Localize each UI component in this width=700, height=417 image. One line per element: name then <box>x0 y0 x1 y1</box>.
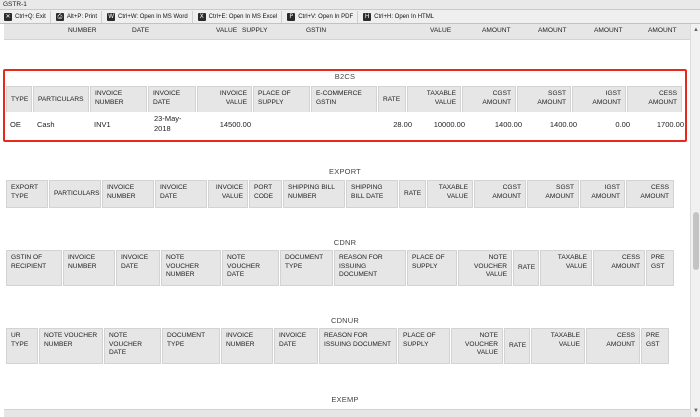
header-cell: PLACE OF SUPPLY <box>398 328 450 364</box>
header-cell: TAXABLE VALUE <box>531 328 585 364</box>
window-title: GSTR-1 <box>3 1 27 8</box>
section-title-export: EXPORT <box>329 167 361 176</box>
header-cell: SGST AMOUNT <box>527 180 579 208</box>
b2cs-highlight-box <box>3 69 687 142</box>
partial-header-cell: DATE <box>132 27 150 34</box>
header-cell: NOTE VOUCHER VALUE <box>451 328 503 364</box>
header-cell: PRE GST <box>646 250 674 286</box>
header-cell: DOCUMENT TYPE <box>162 328 220 364</box>
header-cell: IGST AMOUNT <box>580 180 625 208</box>
word-icon: W <box>107 12 116 21</box>
export-header-row: EXPORT TYPE PARTICULARS INVOICE NUMBER I… <box>6 180 675 208</box>
window-titlebar: GSTR-1 <box>0 0 700 10</box>
section-title-exemp: EXEMP <box>331 395 359 404</box>
header-cell: PLACE OF SUPPLY <box>407 250 457 286</box>
header-cell: CESS AMOUNT <box>586 328 640 364</box>
header-cell: EXPORT TYPE <box>6 180 48 208</box>
header-cell: NOTE VOUCHER DATE <box>222 250 279 286</box>
exit-button[interactable]: ✕ Ctrl+Q: Exit <box>2 10 51 23</box>
exemp-header-row-partial <box>4 409 690 417</box>
header-cell: RATE <box>504 328 530 364</box>
header-cell: UR TYPE <box>6 328 38 364</box>
partial-header-cell: AMOUNT <box>594 27 623 34</box>
header-cell: REASON FOR ISSUING DOCUMENT <box>334 250 406 286</box>
excel-icon: X <box>197 12 206 21</box>
header-cell: PORT CODE <box>249 180 282 208</box>
scroll-thumb[interactable] <box>693 212 699 270</box>
toolbar: ✕ Ctrl+Q: Exit ⎙ Alt+P: Print W Ctrl+W: … <box>0 10 700 24</box>
open-html-button-label: Ctrl+H: Open In HTML <box>374 13 435 20</box>
header-cell: RATE <box>513 250 539 286</box>
partial-header-cell: GSTIN <box>306 27 327 34</box>
header-cell: CESS AMOUNT <box>626 180 674 208</box>
header-cell: INVOICE DATE <box>274 328 318 364</box>
partial-header-cell: AMOUNT <box>482 27 511 34</box>
print-button[interactable]: ⎙ Alt+P: Print <box>54 10 103 23</box>
header-cell: INVOICE DATE <box>155 180 207 208</box>
html-icon: H <box>363 12 372 21</box>
partial-header-cell: AMOUNT <box>538 27 567 34</box>
section-title-cdnur: CDNUR <box>330 316 360 325</box>
open-pdf-button[interactable]: P Ctrl+V: Open In PDF <box>285 10 359 23</box>
open-word-button[interactable]: W Ctrl+W: Open In MS Word <box>105 10 193 23</box>
header-cell: INVOICE DATE <box>116 250 160 286</box>
partial-header-cell: AMOUNT <box>648 27 677 34</box>
header-cell: NOTE VOUCHER DATE <box>104 328 161 364</box>
open-pdf-button-label: Ctrl+V: Open In PDF <box>298 13 354 20</box>
partial-header-cell: SUPPLY <box>242 27 268 34</box>
header-cell: PRE GST <box>641 328 669 364</box>
header-cell: NOTE VOUCHER VALUE <box>458 250 512 286</box>
pdf-icon: P <box>287 12 296 21</box>
header-cell: PARTICULARS <box>49 180 101 208</box>
header-cell: NOTE VOUCHER NUMBER <box>39 328 103 364</box>
header-cell: CGST AMOUNT <box>474 180 526 208</box>
vertical-scrollbar[interactable]: ▲ ▼ <box>690 24 700 417</box>
header-cell: REASON FOR ISSUING DOCUMENT <box>319 328 397 364</box>
open-word-button-label: Ctrl+W: Open In MS Word <box>118 13 188 20</box>
scroll-down-arrow-icon[interactable]: ▼ <box>691 407 700 415</box>
partial-header-cell: VALUE <box>216 27 238 34</box>
header-cell: INVOICE NUMBER <box>102 180 154 208</box>
open-html-button[interactable]: H Ctrl+H: Open In HTML <box>361 11 438 23</box>
partial-header-cell: NUMBER <box>68 27 97 34</box>
close-icon: ✕ <box>4 12 12 21</box>
header-cell: DOCUMENT TYPE <box>280 250 333 286</box>
cdnr-header-row: GSTIN OF RECIPIENT INVOICE NUMBER INVOIC… <box>6 250 675 286</box>
header-cell: SHIPPING BILL DATE <box>346 180 398 208</box>
header-cell: RATE <box>399 180 426 208</box>
header-cell: GSTIN OF RECIPIENT <box>6 250 62 286</box>
open-excel-button-label: Ctrl+E: Open In MS Excel <box>208 13 278 20</box>
partial-header-cell: VALUE <box>430 27 452 34</box>
header-cell: INVOICE VALUE <box>208 180 248 208</box>
print-icon: ⎙ <box>55 12 64 21</box>
partial-header-row: NUMBER DATE VALUE SUPPLY GSTIN VALUE AMO… <box>4 24 690 40</box>
section-title-cdnr: CDNR <box>333 238 357 247</box>
header-cell: SHIPPING BILL NUMBER <box>283 180 345 208</box>
scroll-up-arrow-icon[interactable]: ▲ <box>691 26 700 34</box>
report-content: NUMBER DATE VALUE SUPPLY GSTIN VALUE AMO… <box>0 24 690 417</box>
print-button-label: Alt+P: Print <box>66 13 98 20</box>
header-cell: INVOICE NUMBER <box>63 250 115 286</box>
header-cell: TAXABLE VALUE <box>540 250 592 286</box>
header-cell: CESS AMOUNT <box>593 250 645 286</box>
cdnur-header-row: UR TYPE NOTE VOUCHER NUMBER NOTE VOUCHER… <box>6 328 670 364</box>
header-cell: NOTE VOUCHER NUMBER <box>161 250 221 286</box>
exit-button-label: Ctrl+Q: Exit <box>15 13 46 20</box>
header-cell: INVOICE NUMBER <box>221 328 273 364</box>
open-excel-button[interactable]: X Ctrl+E: Open In MS Excel <box>196 10 283 23</box>
header-cell: TAXABLE VALUE <box>427 180 473 208</box>
